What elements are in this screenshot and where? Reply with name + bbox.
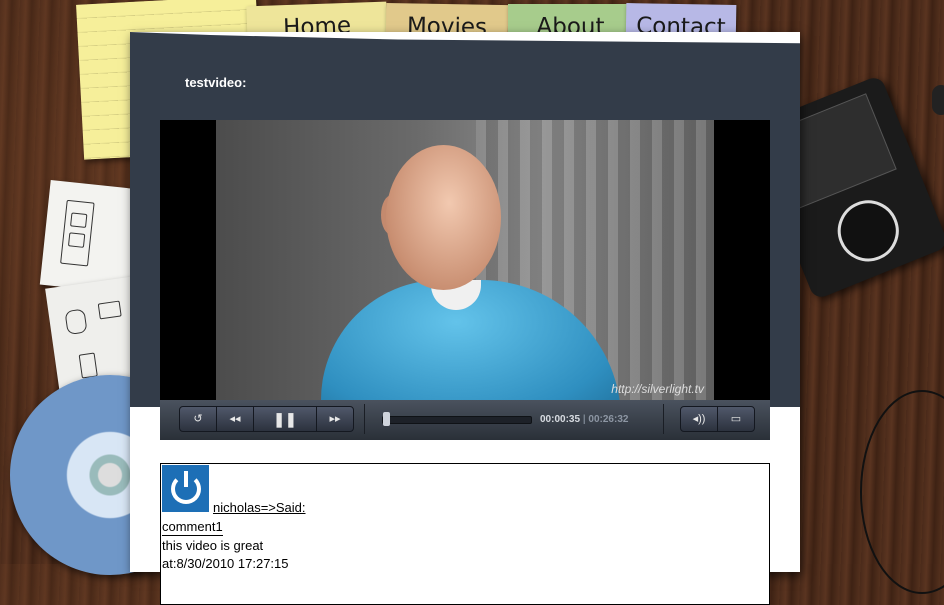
comment-title: comment1 [162,519,223,536]
time-display: 00:00:35 | 00:26:32 [540,414,628,425]
fast-forward-button[interactable]: ▸▸ [317,407,353,431]
content-panel: testvideo: http://silverlight.tv ↺ ◂◂ ❚❚… [130,32,800,605]
replay-button[interactable]: ↺ [180,407,217,431]
earbud-decoration [932,85,944,115]
power-icon [162,465,209,512]
time-separator: | [582,414,586,425]
seek-thumb[interactable] [383,412,391,426]
cable-decoration [860,390,944,594]
current-time: 00:00:35 [540,414,581,425]
pause-button[interactable]: ❚❚ [254,407,317,431]
seek-slider[interactable] [382,412,532,426]
controls-divider [364,404,365,434]
volume-button[interactable]: ◂)) [681,407,718,431]
playback-button-group: ↺ ◂◂ ❚❚ ▸▸ [179,406,354,432]
fullscreen-button[interactable]: ▭ [718,407,754,431]
duration-time: 00:26:32 [588,414,629,425]
video-watermark: http://silverlight.tv [611,382,704,396]
view-button-group: ◂)) ▭ [680,406,755,432]
comment-body: this video is great [162,538,264,553]
rewind-button[interactable]: ◂◂ [217,407,254,431]
comments-box: nicholas=>Said: comment1 this video is g… [160,463,770,605]
video-frame[interactable]: http://silverlight.tv [216,120,714,400]
video-person-head [386,145,501,290]
player-controls: ↺ ◂◂ ❚❚ ▸▸ 00:00:35 | 00:26:32 ◂)) ▭ [160,400,770,440]
comment-author[interactable]: nicholas=>Said: [213,500,306,515]
video-title: testvideo: [185,75,247,90]
video-player[interactable]: http://silverlight.tv [160,120,770,400]
controls-divider [663,404,664,434]
